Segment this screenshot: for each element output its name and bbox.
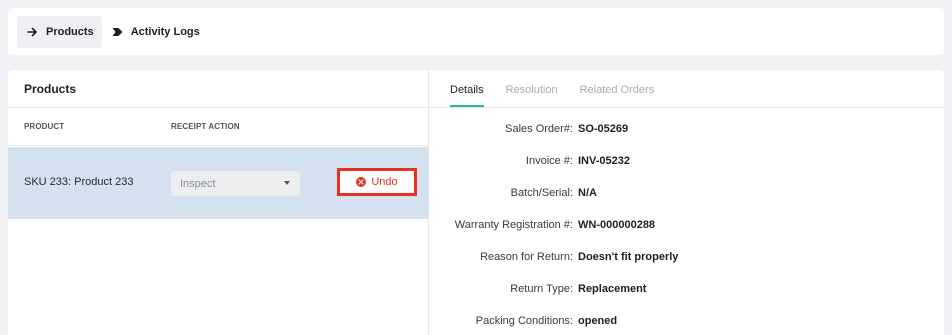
chevron-down-icon <box>284 181 290 185</box>
column-header-receipt-action: RECEIPT ACTION <box>171 122 240 131</box>
detail-packing-conditions: Packing Conditions: opened <box>430 313 944 329</box>
details-tabs: Details Resolution Related Orders <box>430 70 944 108</box>
detail-value: Replacement <box>578 283 647 295</box>
detail-label: Warranty Registration #: <box>454 219 573 231</box>
detail-sales-order: Sales Order#: SO-05269 <box>430 121 944 137</box>
close-circle-icon <box>356 177 367 187</box>
detail-value: SO-05269 <box>578 123 629 135</box>
products-panel-title: Products <box>8 70 428 108</box>
arrow-right-icon <box>27 27 37 36</box>
detail-invoice: Invoice #: INV-05232 <box>430 153 944 169</box>
detail-reason-for-return: Reason for Return: Doesn't fit properly <box>430 249 944 265</box>
details-panel: Details Resolution Related Orders Sales … <box>430 70 944 335</box>
product-name: SKU 233: Product 233 <box>24 176 134 188</box>
detail-value: Doesn't fit properly <box>578 251 679 263</box>
chevron-tag-icon <box>112 27 123 36</box>
detail-label: Batch/Serial: <box>510 187 573 199</box>
detail-label: Reason for Return: <box>480 251 573 263</box>
detail-label: Return Type: <box>510 283 573 295</box>
top-nav: Products Activity Logs <box>8 8 944 55</box>
tab-related-orders[interactable]: Related Orders <box>580 84 655 107</box>
detail-label: Invoice #: <box>525 155 573 167</box>
detail-label: Packing Conditions: <box>475 315 573 327</box>
products-panel: Products PRODUCT RECEIPT ACTION SKU 233:… <box>8 70 429 335</box>
tab-activity-logs-label: Activity Logs <box>130 25 200 38</box>
column-header-product: PRODUCT <box>24 122 65 131</box>
detail-warranty-registration: Warranty Registration #: WN-000000288 <box>430 217 944 233</box>
tab-products-label: Products <box>46 25 94 38</box>
tab-details[interactable]: Details <box>450 84 484 107</box>
detail-value: opened <box>578 315 618 327</box>
table-row[interactable]: SKU 233: Product 233 Inspect Undo <box>8 147 429 219</box>
tab-resolution[interactable]: Resolution <box>506 84 558 107</box>
detail-batch-serial: Batch/Serial: N/A <box>430 185 944 201</box>
detail-label: Sales Order#: <box>505 123 573 135</box>
detail-value: N/A <box>578 187 597 199</box>
products-table-header: PRODUCT RECEIPT ACTION <box>8 108 428 146</box>
tab-activity-logs[interactable]: Activity Logs <box>102 16 208 48</box>
detail-value: WN-000000288 <box>578 219 656 231</box>
detail-return-type: Return Type: Replacement <box>430 281 944 297</box>
receipt-action-select[interactable]: Inspect <box>171 171 300 196</box>
undo-label: Undo <box>371 176 398 188</box>
undo-button[interactable]: Undo <box>337 168 417 196</box>
tab-products[interactable]: Products <box>17 15 102 48</box>
detail-value: INV-05232 <box>578 155 630 167</box>
main-card: Products PRODUCT RECEIPT ACTION SKU 233:… <box>8 70 944 335</box>
receipt-action-value: Inspect <box>180 177 216 190</box>
